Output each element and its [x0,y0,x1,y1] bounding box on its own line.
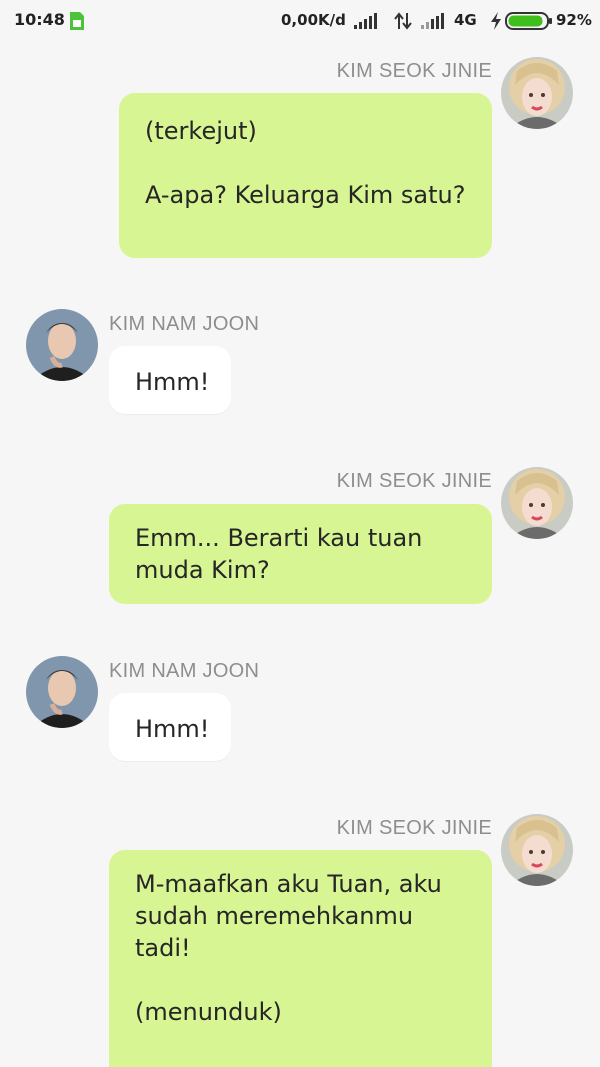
message-text: muda Kim? [135,556,270,584]
signal-strength-icon [353,12,383,34]
charging-bolt-icon [490,12,502,34]
message-bubble[interactable]: Hmm! [109,346,231,414]
avatar[interactable] [501,467,573,539]
message-text: M-maafkan aku Tuan, aku [135,870,442,898]
message-bubble[interactable]: Emm... Berarti kau tuan muda Kim? [109,504,492,604]
sender-name: KIM SEOK JINIE [336,470,492,492]
message-text: Hmm! [135,368,210,396]
message-text: (terkejut) [145,117,257,145]
message-text: Hmm! [135,715,210,743]
sim-card-icon [68,11,86,31]
message-bubble[interactable]: Hmm! [109,693,231,761]
avatar[interactable] [26,656,98,728]
message-text: A-apa? Keluarga Kim satu? [145,181,466,209]
sender-name: KIM NAM JOON [109,313,260,335]
battery-icon [505,11,553,35]
message-bubble[interactable]: (terkejut) A-apa? Keluarga Kim satu? [119,93,492,258]
avatar[interactable] [26,309,98,381]
message-bubble[interactable]: M-maafkan aku Tuan, aku sudah meremehkan… [109,850,492,1067]
network-speed: 0,00K/d [281,11,346,29]
battery-percent: 92% [556,11,592,29]
message-text: sudah meremehkanmu [135,902,414,930]
data-transfer-icon [393,12,413,34]
signal-strength-2-icon [420,12,450,34]
network-type: 4G [454,11,477,29]
status-bar: 10:48 0,00K/d 4G 92% [0,0,600,44]
status-time: 10:48 [14,10,65,29]
avatar[interactable] [501,814,573,886]
message-text: (menunduk) [135,998,282,1026]
message-text: Emm... Berarti kau tuan [135,524,423,552]
avatar[interactable] [501,57,573,129]
sender-name: KIM SEOK JINIE [336,60,492,82]
message-text: tadi! [135,934,191,962]
sender-name: KIM NAM JOON [109,660,260,682]
sender-name: KIM SEOK JINIE [336,817,492,839]
